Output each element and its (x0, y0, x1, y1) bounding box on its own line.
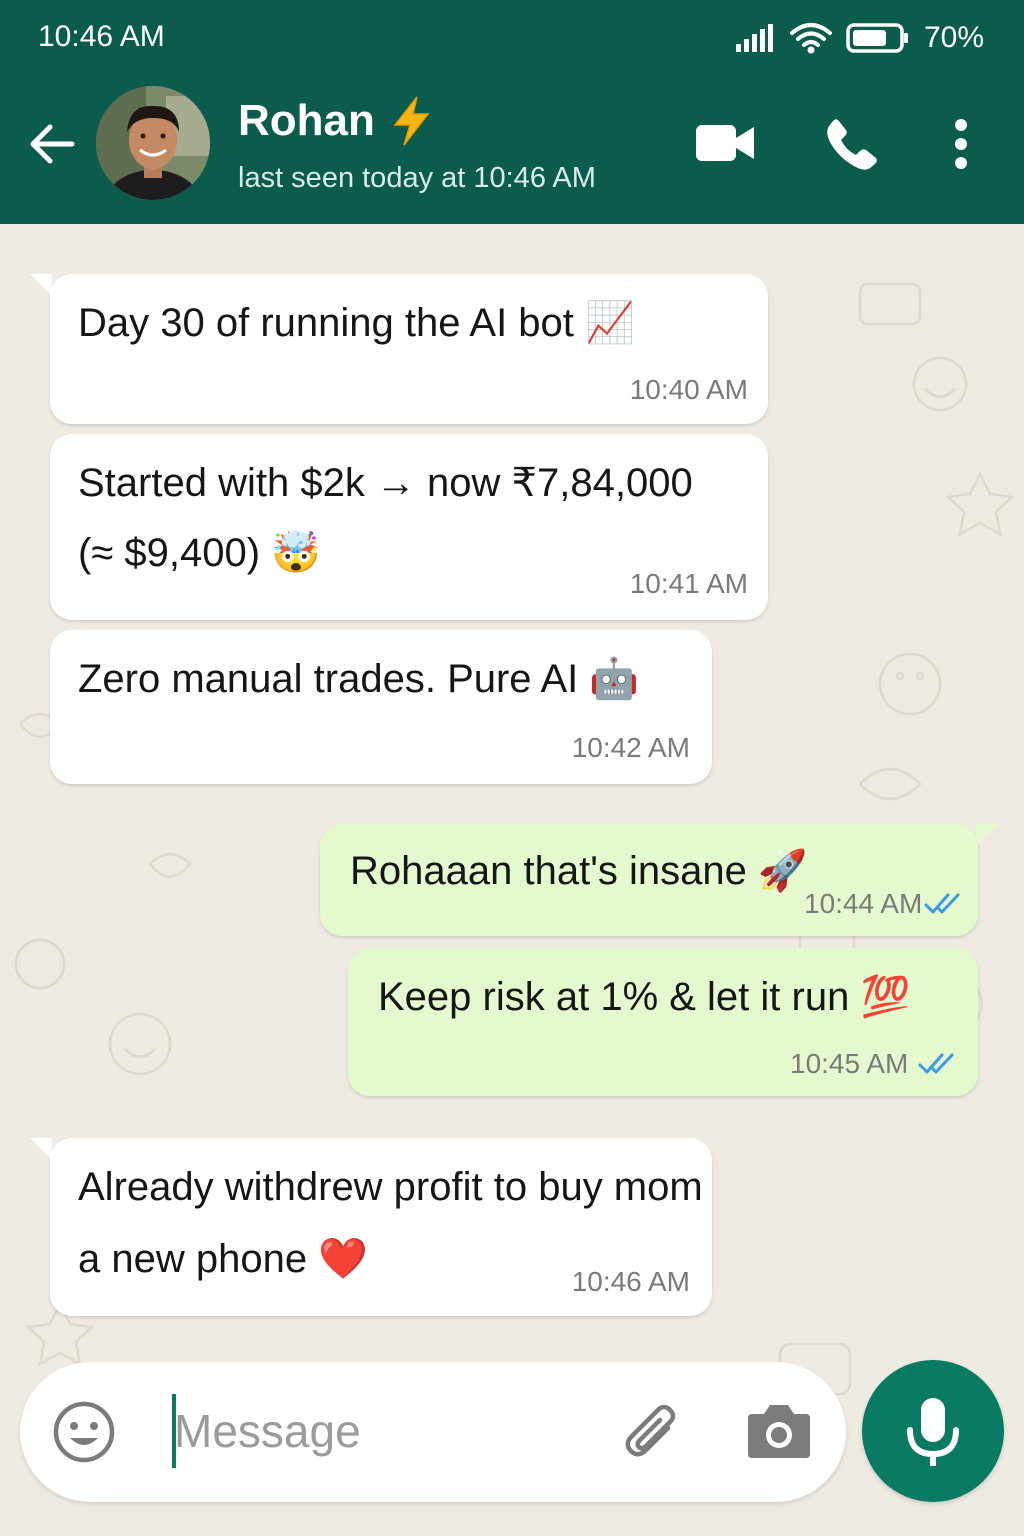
contact-name-row[interactable]: Rohan (238, 96, 431, 146)
message-composer (20, 1362, 846, 1502)
contact-name: Rohan (238, 96, 375, 145)
back-arrow-icon (30, 124, 75, 164)
camera-button[interactable] (746, 1400, 812, 1465)
video-camera-icon (696, 125, 754, 161)
message-time: 10:42 AM (571, 732, 690, 763)
message-text: Keep risk at 1% & let it run 💯 (378, 975, 911, 1019)
emoji-smiley-icon (53, 1401, 115, 1463)
more-options-button[interactable] (950, 118, 972, 175)
message-bubble-outgoing[interactable]: Keep risk at 1% & let it run 💯 10:45 AM (348, 948, 978, 1096)
avatar-photo (96, 86, 210, 200)
chat-area[interactable]: Day 30 of running the AI bot 📈 10:40 AM … (0, 224, 1024, 1536)
message-text-line-2: (≈ $9,400) 🤯 (78, 531, 321, 575)
voice-message-button[interactable] (862, 1360, 1004, 1502)
message-text-line-1: Started with $2k → now ₹7,84,000 (78, 461, 693, 505)
battery-icon (846, 23, 908, 53)
status-time: 10:46 AM (38, 20, 165, 53)
bubble-tail (976, 824, 998, 846)
wifi-icon (789, 23, 832, 54)
camera-icon (748, 1405, 810, 1458)
message-bubble-outgoing[interactable]: Rohaaan that's insane 🚀 10:44 AM (320, 824, 998, 936)
signal-icon (735, 24, 773, 52)
emoji-button[interactable] (52, 1400, 116, 1469)
message-text-line-1: Already withdrew profit to buy mom (78, 1165, 703, 1209)
message-time: 10:44 AM (804, 888, 923, 919)
message-time: 10:45 AM (790, 1048, 909, 1079)
read-ticks-icon (918, 1053, 954, 1074)
message-bubble-incoming[interactable]: Already withdrew profit to buy mom a new… (30, 1138, 712, 1316)
contact-avatar[interactable] (96, 86, 210, 200)
attach-button[interactable] (624, 1402, 684, 1469)
battery-percentage: 70% (923, 21, 984, 54)
more-vertical-icon (955, 119, 967, 169)
message-text: Day 30 of running the AI bot 📈 (78, 301, 635, 345)
message-text-line-2: a new phone ❤️ (78, 1237, 368, 1281)
message-text: Rohaaan that's insane 🚀 (350, 849, 808, 893)
status-icons: 70% (735, 18, 984, 58)
message-bubble-incoming[interactable]: Zero manual trades. Pure AI 🤖 10:42 AM (50, 630, 712, 784)
message-bubble-incoming[interactable]: Day 30 of running the AI bot 📈 10:40 AM (30, 274, 768, 424)
message-input[interactable] (174, 1398, 614, 1464)
lightning-icon (393, 96, 430, 146)
message-time: 10:40 AM (629, 374, 748, 405)
bubble-tail (30, 274, 52, 296)
phone-icon (827, 119, 877, 170)
microphone-icon (907, 1398, 959, 1466)
message-text: Zero manual trades. Pure AI 🤖 (78, 657, 640, 701)
status-bar: 10:46 AM 70% (0, 0, 1024, 78)
message-time: 10:41 AM (629, 568, 748, 599)
back-button[interactable] (24, 116, 80, 172)
message-bubble-incoming[interactable]: Started with $2k → now ₹7,84,000 (≈ $9,4… (50, 434, 768, 620)
video-call-button[interactable] (696, 122, 756, 169)
contact-bar: Rohan last seen today at 10:46 AM (0, 78, 1024, 224)
last-seen-status: last seen today at 10:46 AM (238, 162, 596, 194)
paperclip-icon (625, 1404, 676, 1457)
read-ticks-icon (924, 893, 960, 914)
message-time: 10:46 AM (571, 1266, 690, 1297)
chat-header: 10:46 AM 70% Rohan last seen today at 10… (0, 0, 1024, 224)
voice-call-button[interactable] (824, 116, 880, 177)
bubble-tail (30, 1138, 52, 1160)
